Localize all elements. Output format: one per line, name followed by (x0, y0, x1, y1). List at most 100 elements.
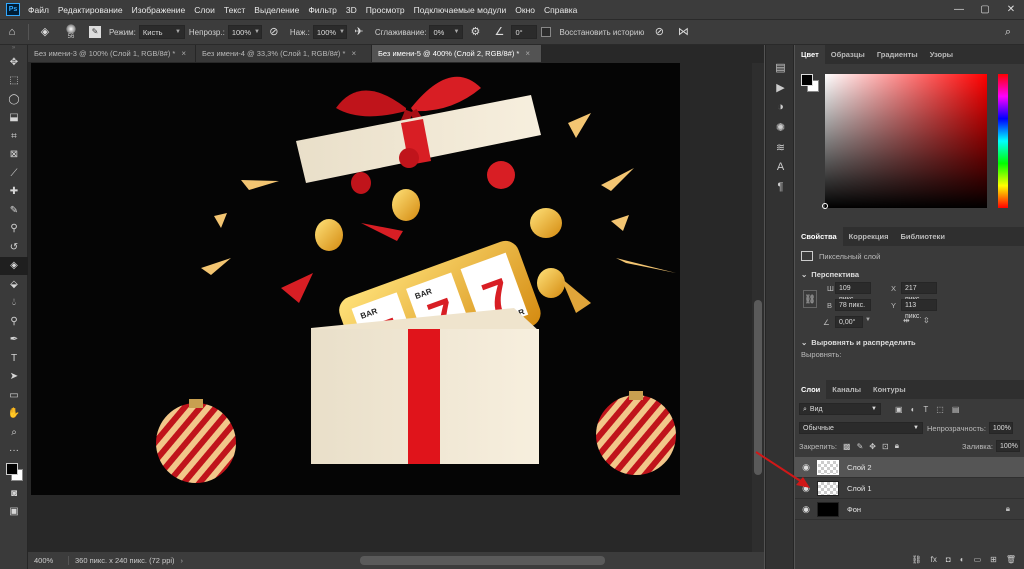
status-arrow-icon[interactable]: › (181, 556, 184, 565)
layer-opacity-field[interactable]: 100% (988, 422, 1013, 434)
width-field[interactable]: 109 пикс. (835, 282, 871, 303)
filter-smart-icon[interactable]: ▤ (952, 405, 960, 414)
filter-shape-icon[interactable]: ⬚ (936, 405, 944, 414)
restore-history-checkbox[interactable] (541, 27, 552, 37)
menu-help[interactable]: Справка (544, 5, 577, 15)
brush-settings-icon[interactable]: ✎ (89, 26, 101, 38)
brush-settings-panel-icon[interactable]: ≋ (766, 137, 795, 157)
lock-artboard-icon[interactable]: ⊡ (882, 442, 889, 451)
clone-stamp-tool-icon[interactable]: ⚲ (0, 220, 28, 239)
tab-adjustments[interactable]: Коррекция (843, 227, 895, 246)
hand-tool-icon[interactable]: ✋ (0, 405, 28, 424)
lasso-tool-icon[interactable]: ◯ (0, 90, 28, 109)
layer-filter-select[interactable]: ⌕ Вид ▼ (799, 403, 881, 415)
vertical-scrollbar-thumb[interactable] (754, 300, 762, 475)
close-icon[interactable]: × (525, 49, 530, 58)
eyedropper-tool-icon[interactable]: ⟋ (0, 164, 28, 183)
blur-tool-icon[interactable]: 💧︎ (0, 294, 28, 313)
panel-fg-swatch[interactable] (801, 74, 813, 86)
layer-row-sloy-2[interactable]: ◉ Слой 2 (795, 457, 1024, 478)
menu-edit[interactable]: Редактирование (58, 5, 123, 15)
hue-slider[interactable] (998, 74, 1008, 208)
y-field[interactable]: 113 пикс. (901, 299, 937, 320)
color-field[interactable] (825, 74, 987, 208)
paragraph-panel-icon[interactable]: ¶ (766, 177, 795, 197)
color-swatches[interactable] (0, 460, 28, 484)
pressure-size-icon[interactable]: ⊘ (651, 24, 667, 40)
frame-tool-icon[interactable]: ⊠ (0, 146, 28, 165)
tab-swatches[interactable]: Образцы (825, 45, 871, 64)
lock-transparency-icon[interactable]: ▩ (843, 442, 851, 451)
character-panel-icon[interactable]: A (766, 157, 795, 177)
tab-layers[interactable]: Слои (795, 380, 827, 399)
close-window-button[interactable]: ✕ (998, 0, 1024, 19)
eraser-tool-icon[interactable]: ◈ (0, 256, 28, 275)
zoom-tool-icon[interactable]: ⌕ (0, 423, 28, 442)
menu-filter[interactable]: Фильтр (308, 5, 337, 15)
marquee-tool-icon[interactable]: ⬚ (0, 72, 28, 91)
filter-type-icon[interactable]: T (923, 405, 928, 414)
minimize-button[interactable]: — (946, 0, 972, 19)
gear-icon[interactable]: ⚙ (467, 24, 483, 40)
tab-patterns[interactable]: Узоры (924, 45, 959, 64)
healing-brush-tool-icon[interactable]: ✚ (0, 183, 28, 202)
angle-field[interactable]: 0° (511, 25, 538, 39)
fx-icon[interactable]: fx (931, 555, 937, 564)
lock-position-icon[interactable]: ✥ (869, 442, 876, 451)
new-group-icon[interactable]: ▭ (974, 555, 982, 564)
flow-field[interactable]: 100% ▼ (312, 25, 347, 39)
filter-adjustment-icon[interactable]: ◐ (911, 405, 916, 414)
menu-plugins[interactable]: Подключаемые модули (414, 5, 507, 15)
brush-panel-icon[interactable]: ◑ (766, 97, 795, 117)
tab-libraries[interactable]: Библиотеки (895, 227, 951, 246)
height-field[interactable]: 78 пикс. (835, 299, 871, 311)
fill-field[interactable]: 100% (996, 440, 1020, 452)
filter-pixel-icon[interactable]: ▣ (895, 405, 903, 414)
pen-tool-icon[interactable]: ✒ (0, 331, 28, 350)
transform-section-header[interactable]: ⌄ Перспектива (795, 266, 1024, 282)
tab-gradients[interactable]: Градиенты (871, 45, 924, 64)
menu-file[interactable]: Файл (28, 5, 49, 15)
screen-mode-icon[interactable]: ▣ (0, 503, 28, 522)
layer-name[interactable]: Слой 2 (847, 463, 1024, 472)
foreground-color-swatch[interactable] (6, 463, 18, 475)
link-layers-icon[interactable]: ⛓ (912, 555, 922, 564)
rectangle-tool-icon[interactable]: ▭ (0, 386, 28, 405)
symmetry-icon[interactable]: ⋈ (675, 24, 691, 40)
document-canvas[interactable]: 7 7 7 BAR BAR BAR (31, 63, 680, 495)
tab-properties[interactable]: Свойства (795, 227, 843, 246)
angle-field[interactable]: 0,00° (835, 316, 863, 328)
menu-layers[interactable]: Слои (194, 5, 215, 15)
brush-preset-picker[interactable]: 56 (60, 21, 82, 43)
tab-document-3[interactable]: Без имени-3 @ 100% (Слой 1, RGB/8#) * × (28, 45, 196, 62)
layer-name[interactable]: Слой 1 (847, 484, 1024, 493)
new-layer-icon[interactable]: ⊞ (990, 555, 997, 564)
layer-row-background[interactable]: ◉ Фон 🔒︎ (795, 499, 1024, 520)
maximize-button[interactable]: ▢ (972, 0, 998, 19)
paint-bucket-tool-icon[interactable]: ⬙ (0, 275, 28, 294)
more-tools-icon[interactable]: ··· (0, 442, 28, 461)
actions-panel-icon[interactable]: ▶ (766, 77, 795, 97)
menu-text[interactable]: Текст (224, 5, 245, 15)
align-section-header[interactable]: ⌄ Выровнять и распределить (795, 334, 1024, 350)
blend-mode-select[interactable]: Обычные ▼ (799, 422, 923, 434)
clone-source-icon[interactable]: ✺ (766, 117, 795, 137)
zoom-level[interactable]: 400% (28, 556, 68, 565)
chevron-down-icon[interactable]: ▼ (865, 317, 871, 323)
lock-pixels-icon[interactable]: ✎ (857, 442, 864, 451)
brush-tool-icon[interactable]: ✎ (0, 201, 28, 220)
history-brush-tool-icon[interactable]: ↺ (0, 238, 28, 257)
menu-view[interactable]: Просмотр (366, 5, 405, 15)
layer-name[interactable]: Фон (847, 505, 1006, 514)
visibility-eye-icon[interactable]: ◉ (795, 504, 817, 515)
quick-mask-icon[interactable]: ◙ (0, 484, 28, 503)
airbrush-icon[interactable]: ✈ (351, 24, 367, 40)
move-tool-icon[interactable]: ✥ (0, 53, 28, 72)
flip-horizontal-icon[interactable]: ⇹ (903, 316, 910, 325)
layer-row-sloy-1[interactable]: ◉ Слой 1 (795, 478, 1024, 499)
link-icon[interactable]: ⛓ (803, 290, 817, 308)
search-icon[interactable]: ⌕ (1000, 24, 1016, 40)
horizontal-scrollbar-thumb[interactable] (360, 556, 605, 565)
menu-image[interactable]: Изображение (132, 5, 186, 15)
adjustment-layer-icon[interactable]: ◐ (960, 555, 965, 564)
